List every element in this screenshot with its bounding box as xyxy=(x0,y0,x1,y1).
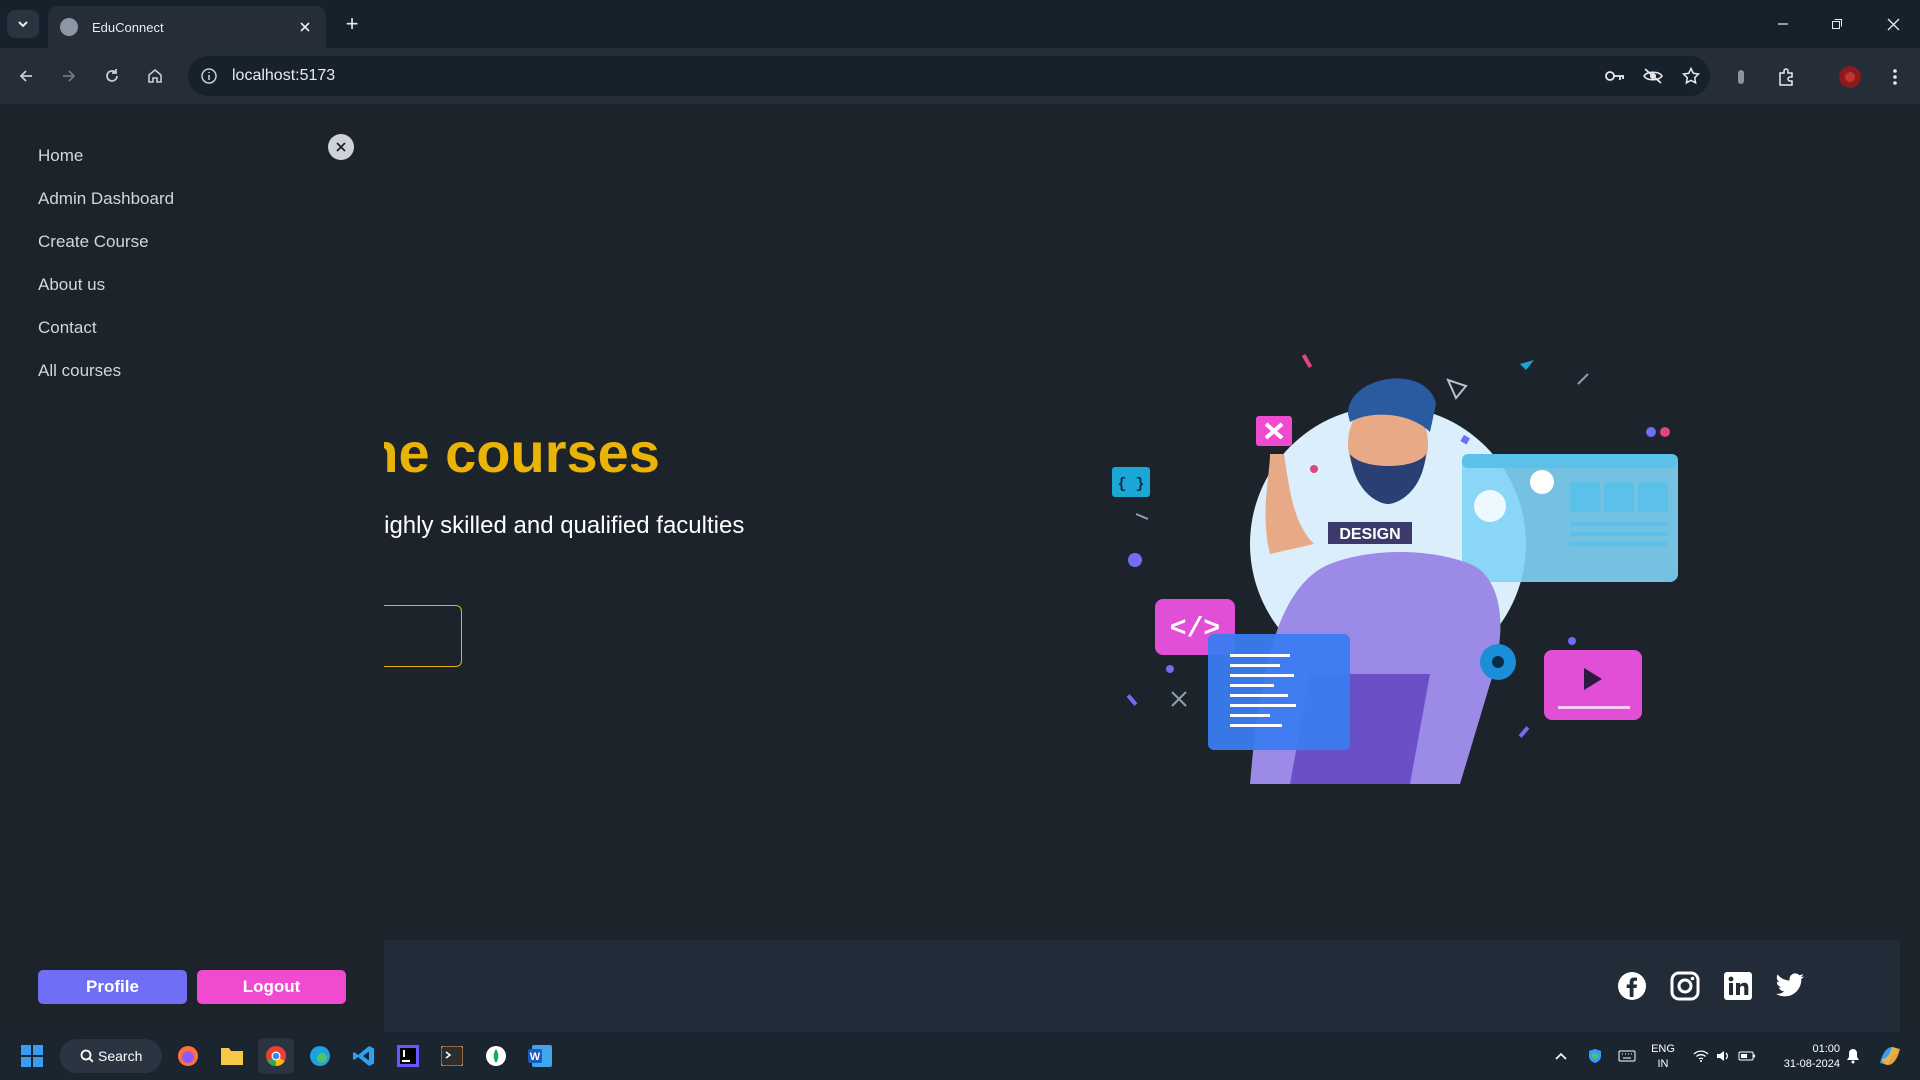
browser-tab[interactable]: EduConnect xyxy=(48,6,326,48)
clock-date: 31-08-2024 xyxy=(1783,1058,1840,1070)
clock[interactable]: 01:00 31-08-2024 xyxy=(1770,1042,1840,1072)
vscode-icon[interactable] xyxy=(346,1038,382,1074)
home-icon xyxy=(148,68,162,83)
globe-icon xyxy=(60,18,78,36)
security-shield-icon[interactable] xyxy=(1580,1038,1610,1074)
close-icon xyxy=(1887,18,1899,30)
chevron-up-icon[interactable] xyxy=(1546,1038,1576,1074)
bookmark-star-icon[interactable] xyxy=(1672,56,1710,96)
minimize-button[interactable] xyxy=(1756,0,1810,48)
tab-search-button[interactable] xyxy=(7,10,39,38)
language-line-1: ENG xyxy=(1651,1043,1675,1055)
extensions-icon[interactable] xyxy=(1769,60,1803,94)
drawer-close-button[interactable] xyxy=(328,134,354,160)
profile-avatar[interactable] xyxy=(1833,60,1867,94)
home-button[interactable] xyxy=(139,60,171,92)
svg-text:W: W xyxy=(530,1051,541,1063)
back-button[interactable] xyxy=(10,60,42,92)
reload-icon xyxy=(106,69,118,82)
chevron-down-icon xyxy=(18,21,28,28)
profile-button[interactable]: Profile xyxy=(38,970,187,1004)
copilot-icon[interactable] xyxy=(1870,1038,1910,1074)
word-icon[interactable]: W xyxy=(522,1038,558,1074)
firefox-icon[interactable] xyxy=(170,1038,206,1074)
reload-button[interactable] xyxy=(96,60,128,92)
windows-start-icon[interactable] xyxy=(14,1038,50,1074)
sidebar-item-contact[interactable]: Contact xyxy=(38,306,174,349)
sidebar-item-all-courses[interactable]: All courses xyxy=(38,349,174,392)
url-text[interactable]: localhost:5173 xyxy=(232,67,1596,85)
sidebar-menu: Home Admin Dashboard Create Course About… xyxy=(38,134,174,392)
site-info-icon[interactable] xyxy=(198,65,220,87)
sidebar-item-about-us[interactable]: About us xyxy=(38,263,174,306)
arrow-right-icon xyxy=(63,70,76,82)
file-explorer-icon[interactable] xyxy=(214,1038,250,1074)
windows-taskbar: Search W ENG IN 01:00 31-08-2024 xyxy=(0,1032,1920,1080)
sidebar-item-admin-dashboard[interactable]: Admin Dashboard xyxy=(38,177,174,220)
hero-illustration: { } DESIGN </> xyxy=(1112,353,1678,784)
sidebar-drawer: Home Admin Dashboard Create Course About… xyxy=(0,104,384,1032)
window-close-button[interactable] xyxy=(1866,0,1920,48)
more-menu-icon[interactable] xyxy=(1878,60,1912,94)
notification-bell-icon[interactable] xyxy=(1838,1038,1868,1074)
terminal-icon[interactable] xyxy=(434,1038,470,1074)
extension-puzzle-icon[interactable] xyxy=(1724,60,1758,94)
language-line-2: IN xyxy=(1657,1058,1669,1070)
battery-icon[interactable] xyxy=(1732,1038,1762,1074)
twitter-icon[interactable] xyxy=(1770,966,1810,1006)
logout-button[interactable]: Logout xyxy=(197,970,346,1004)
brackets-glyph: { } xyxy=(1117,476,1144,493)
instagram-icon[interactable] xyxy=(1665,966,1705,1006)
close-icon xyxy=(300,22,310,32)
restore-icon xyxy=(1832,19,1842,29)
tab-close-button[interactable] xyxy=(292,14,318,40)
clock-time: 01:00 xyxy=(1812,1043,1840,1055)
arrow-left-icon xyxy=(19,70,32,82)
browser-tab-bar: EduConnect + xyxy=(0,0,1920,48)
close-icon xyxy=(336,142,346,152)
tab-title: EduConnect xyxy=(92,19,164,35)
taskbar-search-label: Search xyxy=(98,1048,143,1064)
search-icon xyxy=(80,1049,94,1063)
new-tab-button[interactable]: + xyxy=(338,10,366,38)
forward-button[interactable] xyxy=(53,60,85,92)
intellij-icon[interactable] xyxy=(390,1038,426,1074)
minimize-icon xyxy=(1778,23,1788,25)
keyboard-icon[interactable] xyxy=(1612,1038,1642,1074)
browser-toolbar: localhost:5173 xyxy=(0,48,1920,104)
address-bar[interactable]: localhost:5173 xyxy=(188,56,1710,96)
restore-button[interactable] xyxy=(1810,0,1864,48)
eye-off-icon[interactable] xyxy=(1634,56,1672,96)
sidebar-item-create-course[interactable]: Create Course xyxy=(38,220,174,263)
design-badge-text: DESIGN xyxy=(1339,526,1400,543)
language-indicator[interactable]: ENG IN xyxy=(1646,1042,1680,1072)
chrome-icon[interactable] xyxy=(258,1038,294,1074)
facebook-icon[interactable] xyxy=(1612,966,1652,1006)
linkedin-icon[interactable] xyxy=(1718,966,1758,1006)
mongodb-compass-icon[interactable] xyxy=(478,1038,514,1074)
sidebar-item-home[interactable]: Home xyxy=(38,134,174,177)
taskbar-search[interactable]: Search xyxy=(60,1039,162,1073)
password-key-icon[interactable] xyxy=(1596,56,1634,96)
edge-icon[interactable] xyxy=(302,1038,338,1074)
